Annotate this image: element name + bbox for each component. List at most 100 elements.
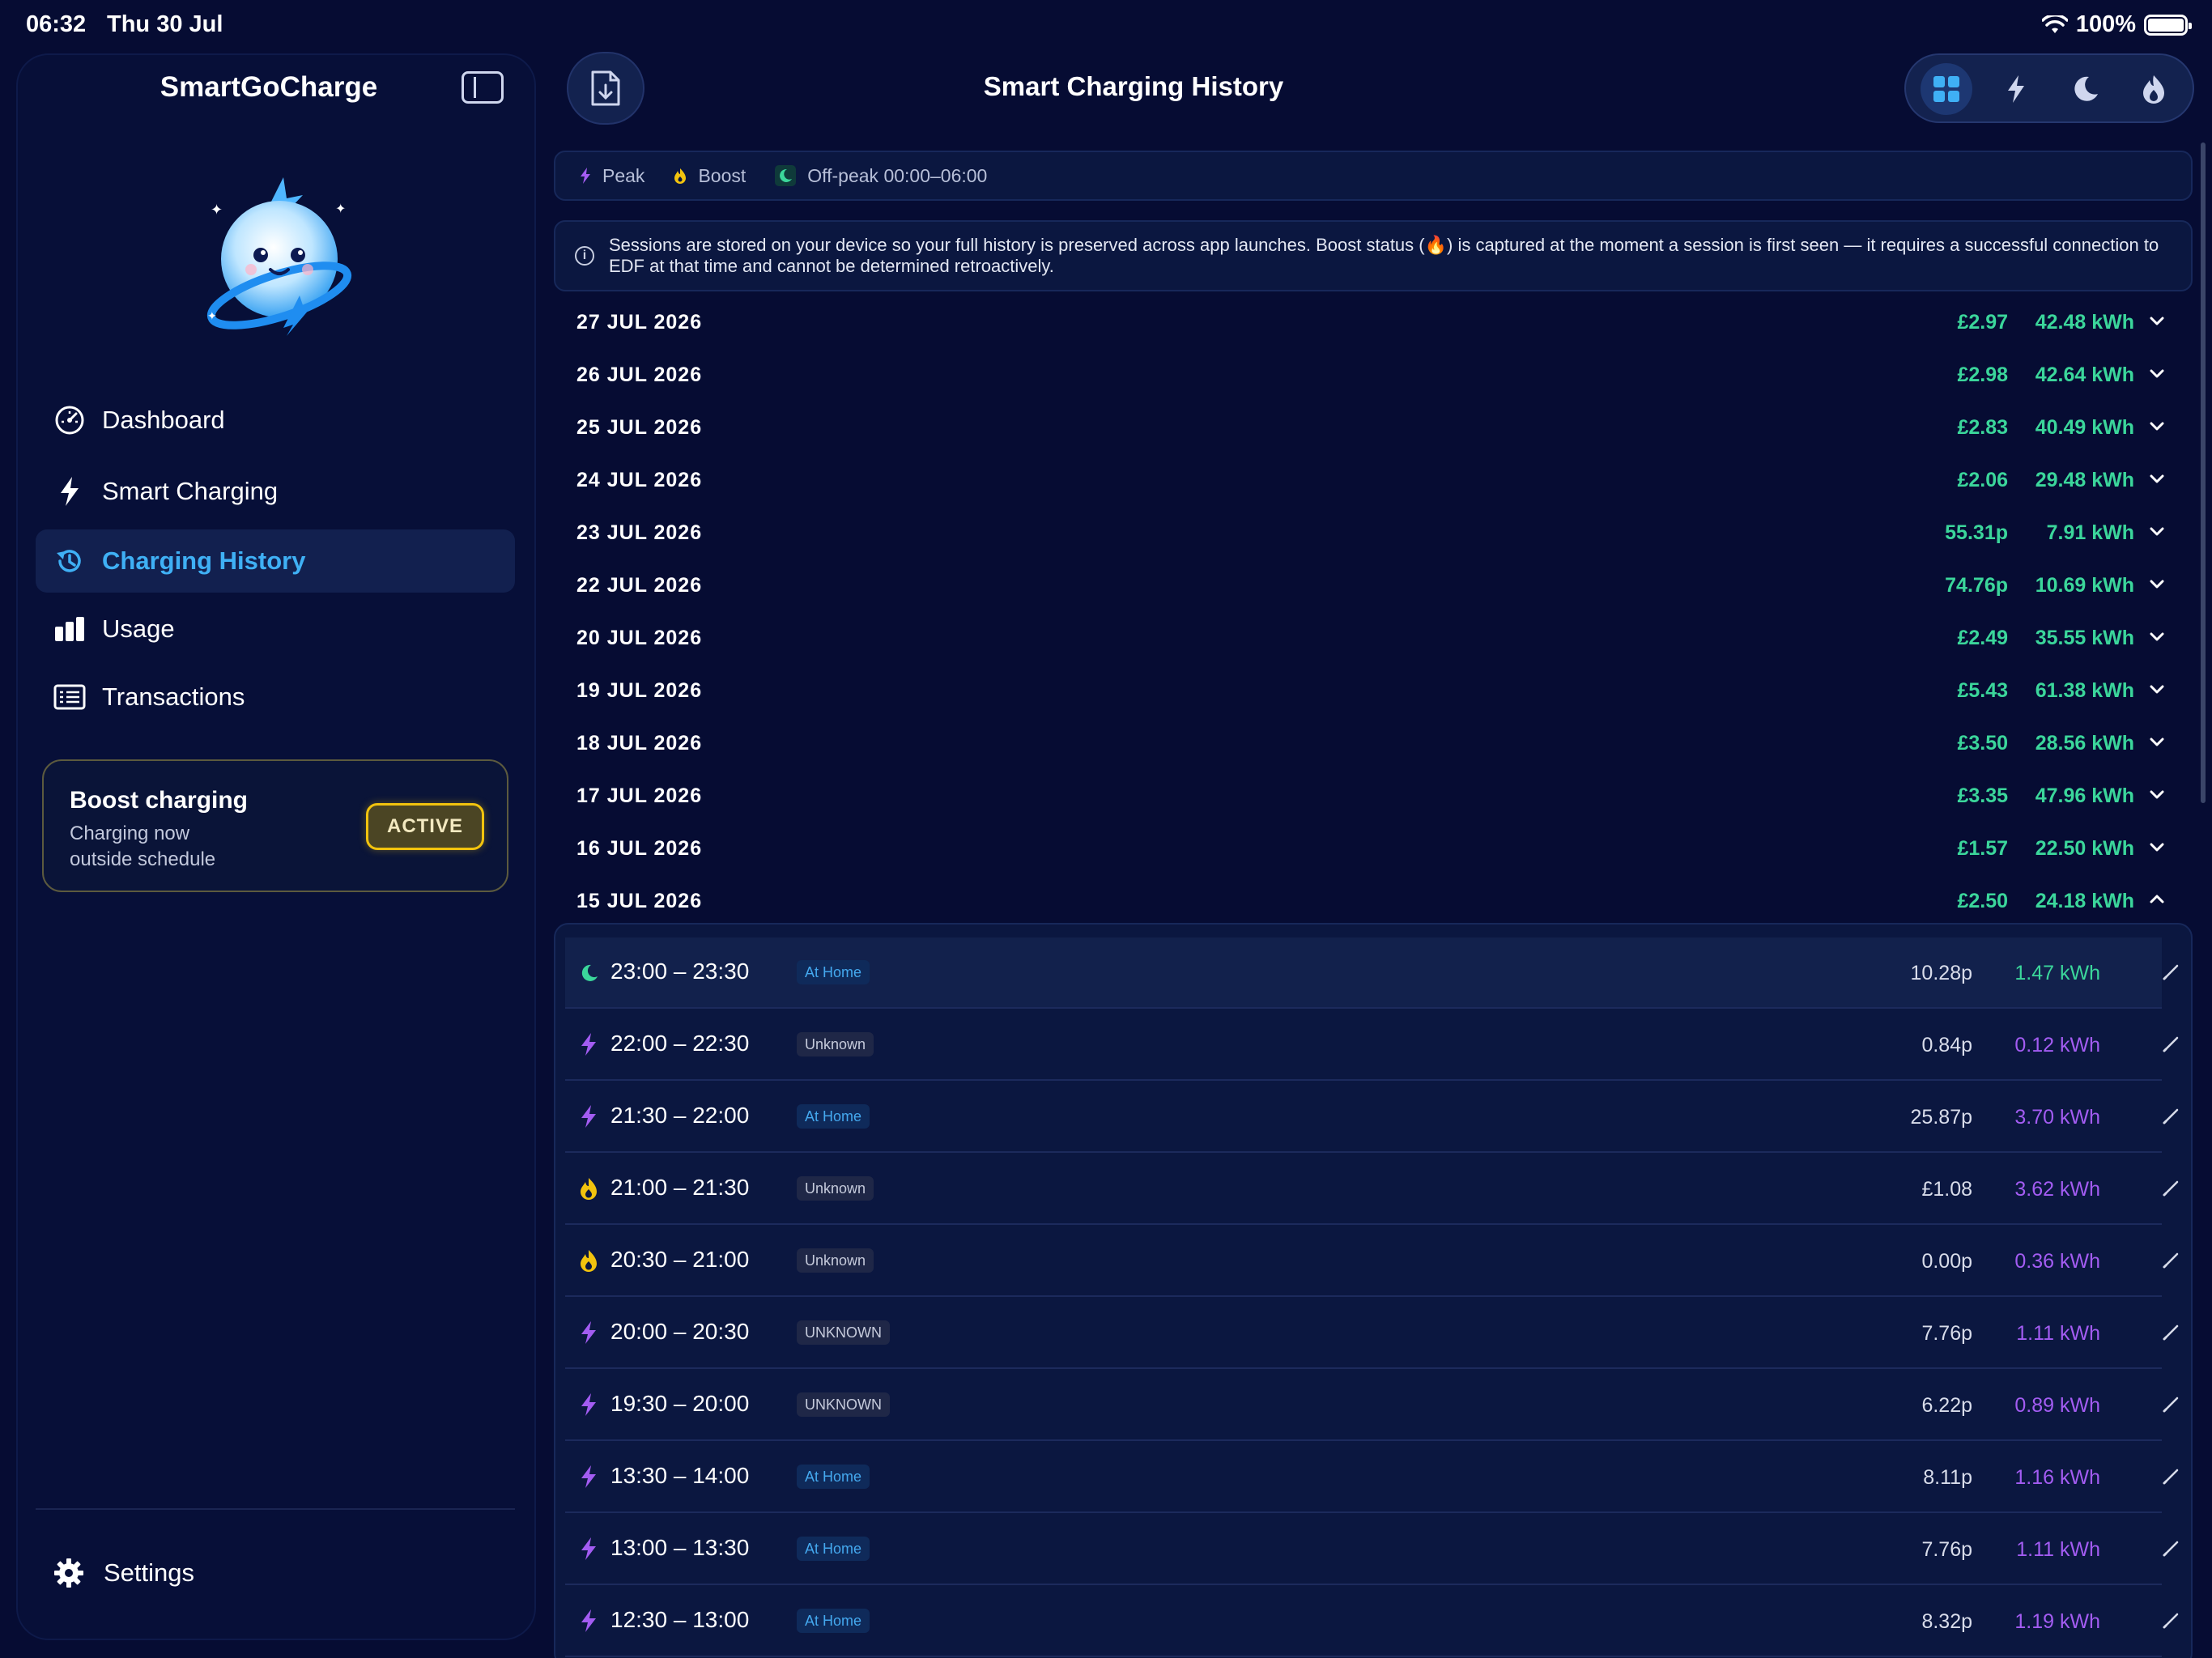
day-row[interactable]: 26 JUL 2026 £2.98 42.64 kWh (554, 349, 2193, 402)
export-button[interactable] (567, 52, 644, 125)
chevron-down-icon[interactable] (2147, 469, 2167, 488)
location-tag: At Home (797, 1104, 870, 1129)
chevron-down-icon[interactable] (2147, 521, 2167, 541)
session-row[interactable]: 19:30 – 20:00 UNKNOWN 6.22p 0.89 kWh (565, 1370, 2179, 1441)
sidebar-toggle-icon[interactable] (462, 71, 504, 104)
session-row[interactable]: 21:30 – 22:00 At Home 25.87p 3.70 kWh (565, 1082, 2179, 1153)
chevron-down-icon[interactable] (2147, 732, 2167, 751)
file-download-icon (591, 70, 620, 106)
chevron-down-icon[interactable] (2147, 574, 2167, 593)
sidebar-item-settings[interactable]: Settings (53, 1558, 194, 1588)
day-kwh: 22.50 kWh (2035, 837, 2134, 860)
session-row[interactable]: 20:00 – 20:30 UNKNOWN 7.76p 1.11 kWh (565, 1298, 2179, 1369)
edit-icon[interactable] (2162, 1250, 2181, 1269)
edit-icon[interactable] (2162, 1538, 2181, 1558)
legend-bar: Peak Boost Off-peak 00:00–06:00 (554, 151, 2193, 201)
session-row[interactable]: 12:30 – 13:00 At Home 8.32p 1.19 kWh (565, 1586, 2179, 1657)
settings-label: Settings (104, 1558, 195, 1587)
info-icon: i (575, 246, 594, 266)
flame-icon (581, 1178, 597, 1200)
day-row[interactable]: 19 JUL 2026 £5.43 61.38 kWh (554, 665, 2193, 717)
bolt-icon (581, 1105, 596, 1128)
chevron-down-icon[interactable] (2147, 627, 2167, 646)
location-tag: Unknown (797, 1032, 874, 1056)
filter-offpeak-button[interactable] (2060, 63, 2112, 115)
session-time: 22:00 – 22:30 (610, 1031, 750, 1056)
moon-icon (581, 964, 598, 981)
chevron-down-icon[interactable] (2147, 416, 2167, 436)
app-title: SmartGoCharge (160, 71, 378, 103)
day-cost: £3.35 (1957, 784, 2008, 807)
edit-icon[interactable] (2162, 1610, 2181, 1630)
chevron-up-icon[interactable] (2147, 890, 2167, 909)
session-kwh: 0.36 kWh (2014, 1250, 2100, 1273)
edit-icon[interactable] (2162, 1034, 2181, 1053)
boost-status-badge[interactable]: ACTIVE (366, 803, 484, 850)
sidebar-item-dashboard[interactable]: Dashboard (36, 389, 515, 452)
info-banner: i Sessions are stored on your device so … (554, 220, 2193, 291)
session-filter-group (1904, 53, 2194, 123)
day-row[interactable]: 15 JUL 2026 £2.50 24.18 kWh (554, 875, 2193, 928)
location-tag: UNKNOWN (797, 1392, 890, 1417)
scrollbar[interactable] (2201, 142, 2206, 803)
day-row[interactable]: 22 JUL 2026 74.76p 10.69 kWh (554, 559, 2193, 612)
day-cost: £2.83 (1957, 416, 2008, 439)
chevron-down-icon[interactable] (2147, 679, 2167, 699)
bolt-icon (581, 168, 590, 184)
gear-icon (54, 1558, 83, 1588)
edit-icon[interactable] (2162, 962, 2181, 981)
chevron-down-icon[interactable] (2147, 363, 2167, 383)
sidebar-item-transactions[interactable]: Transactions (36, 665, 515, 729)
location-tag: At Home (797, 1609, 870, 1633)
day-row[interactable]: 24 JUL 2026 £2.06 29.48 kWh (554, 454, 2193, 507)
session-time: 21:30 – 22:00 (610, 1103, 750, 1128)
legend-offpeak-label: Off-peak 00:00–06:00 (807, 164, 988, 186)
day-row[interactable]: 16 JUL 2026 £1.57 22.50 kWh (554, 823, 2193, 875)
day-date: 17 JUL 2026 (576, 784, 703, 807)
location-tag: UNKNOWN (797, 1320, 890, 1345)
location-tag: At Home (797, 960, 870, 984)
chevron-down-icon[interactable] (2147, 784, 2167, 804)
bolt-icon (2008, 75, 2024, 103)
bar-chart-icon (53, 613, 86, 645)
session-cost: 7.76p (1921, 1538, 1972, 1561)
filter-all-button[interactable] (1921, 63, 1972, 115)
session-kwh: 1.47 kWh (2014, 962, 2100, 984)
session-row[interactable]: 13:00 – 13:30 At Home 7.76p 1.11 kWh (565, 1514, 2179, 1585)
bolt-icon (581, 1537, 596, 1560)
session-row[interactable]: 21:00 – 21:30 Unknown £1.08 3.62 kWh (565, 1154, 2179, 1225)
session-time: 20:30 – 21:00 (610, 1247, 750, 1272)
sidebar-item-charging-history[interactable]: Charging History (36, 529, 515, 593)
session-row[interactable]: 23:00 – 23:30 At Home 10.28p 1.47 kWh (565, 937, 2179, 1009)
day-row[interactable]: 20 JUL 2026 £2.49 35.55 kWh (554, 612, 2193, 665)
sidebar-item-smart-charging[interactable]: Smart Charging (36, 460, 515, 523)
session-kwh: 0.89 kWh (2014, 1394, 2100, 1417)
edit-icon[interactable] (2162, 1178, 2181, 1197)
session-row[interactable]: 20:30 – 21:00 Unknown 0.00p 0.36 kWh (565, 1226, 2179, 1297)
day-cost: £1.57 (1957, 837, 2008, 860)
edit-icon[interactable] (2162, 1322, 2181, 1341)
day-row[interactable]: 18 JUL 2026 £3.50 28.56 kWh (554, 717, 2193, 770)
day-kwh: 42.64 kWh (2035, 363, 2134, 386)
session-row[interactable]: 22:00 – 22:30 Unknown 0.84p 0.12 kWh (565, 1010, 2179, 1081)
chevron-down-icon[interactable] (2147, 311, 2167, 330)
boost-charging-card[interactable]: Boost charging Charging now outside sche… (42, 759, 508, 892)
flame-icon (674, 168, 687, 184)
filter-peak-button[interactable] (1990, 63, 2042, 115)
day-kwh: 10.69 kWh (2035, 574, 2134, 597)
session-row[interactable]: 13:30 – 14:00 At Home 8.11p 1.16 kWh (565, 1442, 2179, 1513)
day-date: 15 JUL 2026 (576, 890, 703, 912)
filter-boost-button[interactable] (2128, 63, 2180, 115)
chevron-down-icon[interactable] (2147, 837, 2167, 857)
edit-icon[interactable] (2162, 1106, 2181, 1125)
sidebar-item-usage[interactable]: Usage (36, 597, 515, 661)
edit-icon[interactable] (2162, 1466, 2181, 1486)
day-row[interactable]: 25 JUL 2026 £2.83 40.49 kWh (554, 402, 2193, 454)
day-date: 16 JUL 2026 (576, 837, 703, 860)
day-row[interactable]: 27 JUL 2026 £2.97 42.48 kWh (554, 296, 2193, 349)
session-time: 20:00 – 20:30 (610, 1319, 750, 1344)
day-row[interactable]: 17 JUL 2026 £3.35 47.96 kWh (554, 770, 2193, 823)
day-date: 20 JUL 2026 (576, 627, 703, 649)
edit-icon[interactable] (2162, 1394, 2181, 1414)
day-row[interactable]: 23 JUL 2026 55.31p 7.91 kWh (554, 507, 2193, 559)
